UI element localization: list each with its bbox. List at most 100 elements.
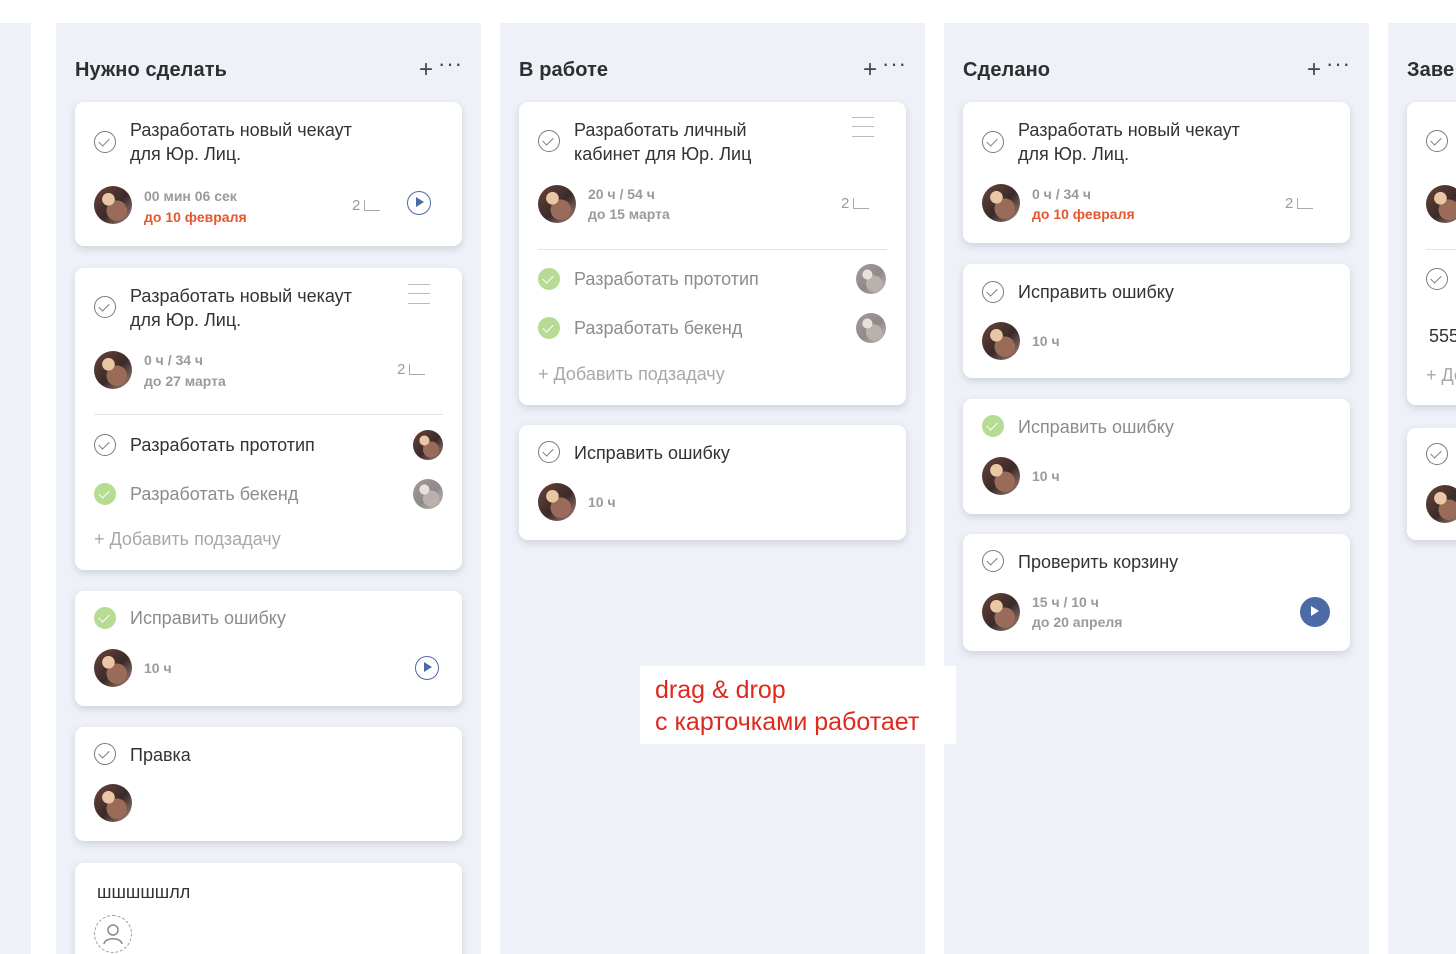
add-subtask-link[interactable]: + Добавить подзадачу	[94, 529, 281, 550]
time-tracked: 10 ч	[1032, 333, 1060, 349]
check-circle-icon[interactable]	[982, 131, 1004, 153]
check-circle-icon[interactable]	[538, 317, 560, 339]
avatar[interactable]	[94, 649, 132, 687]
subtasks-icon	[409, 364, 426, 375]
add-card-button[interactable]: +	[419, 56, 433, 84]
subtask-title[interactable]: Разработать бекенд	[574, 318, 742, 339]
card-title: Разработать новый чекаут для Юр. Лиц.	[130, 118, 352, 166]
time-tracked: 00 мин 06 сек	[144, 188, 237, 204]
drag-handle-icon[interactable]	[408, 284, 430, 304]
avatar[interactable]	[856, 313, 886, 343]
subtasks-count-value: 2	[352, 197, 361, 214]
time-tracked: 10 ч	[144, 660, 172, 676]
column-title: В работе	[519, 59, 609, 81]
check-circle-icon[interactable]	[982, 415, 1004, 437]
task-card[interactable]: Правка	[75, 727, 462, 841]
check-circle-icon[interactable]	[538, 130, 560, 152]
check-circle-icon[interactable]	[538, 268, 560, 290]
check-circle-icon[interactable]	[94, 296, 116, 318]
avatar[interactable]	[413, 430, 443, 460]
check-circle-icon[interactable]	[1426, 443, 1448, 465]
column-title: Нужно сделать	[75, 59, 228, 81]
divider	[538, 249, 887, 250]
card-text-fragment: 555	[1429, 326, 1456, 346]
avatar[interactable]	[94, 351, 132, 389]
task-card[interactable]: Исправить ошибку 10 ч	[519, 425, 906, 540]
card-title: Исправить ошибку	[574, 443, 730, 463]
card-title-line: кабинет для Юр. Лиц	[574, 144, 752, 164]
avatar[interactable]	[982, 184, 1020, 222]
add-card-button[interactable]: +	[863, 56, 877, 84]
play-icon[interactable]	[415, 656, 439, 680]
add-card-button[interactable]: +	[1307, 56, 1321, 84]
column-header: Сделано + ···	[963, 51, 1351, 89]
check-circle-icon[interactable]	[94, 483, 116, 505]
task-card[interactable]	[1407, 428, 1456, 540]
avatar[interactable]	[94, 186, 132, 224]
subtask-title[interactable]: Разработать бекенд	[130, 484, 298, 505]
subtasks-count-value: 2	[1285, 195, 1294, 212]
time-tracked: 0 ч / 34 ч	[144, 352, 204, 368]
avatar[interactable]	[94, 784, 132, 822]
card-title-line: Разработать личный	[574, 120, 747, 140]
card-title: Разработать новый чекаут для Юр. Лиц.	[1018, 118, 1240, 166]
column-todo: Нужно сделать + ··· Разработать новый че…	[56, 23, 481, 954]
card-title-line: Разработать новый чекаут	[130, 120, 352, 140]
user-placeholder-icon-svg	[103, 924, 123, 945]
column-more-button[interactable]: ···	[1326, 51, 1351, 77]
avatar[interactable]	[538, 483, 576, 521]
task-card[interactable]: Разработать новый чекаут для Юр. Лиц. 0 …	[963, 102, 1350, 243]
annotation-line: с карточками работает	[655, 708, 920, 736]
avatar[interactable]	[1426, 185, 1456, 223]
card-title: Правка	[130, 745, 191, 765]
column-more-button[interactable]: ···	[438, 51, 463, 77]
column-left-edge	[0, 23, 31, 954]
check-circle-icon[interactable]	[982, 550, 1004, 572]
drag-handle-icon[interactable]	[852, 117, 874, 137]
user-placeholder-icon[interactable]	[94, 915, 132, 953]
task-card[interactable]: шшшшшлл	[75, 863, 462, 954]
add-subtask-link[interactable]: + До	[1426, 365, 1456, 386]
card-title: Исправить ошибку	[1018, 282, 1174, 302]
check-circle-icon[interactable]	[94, 743, 116, 765]
task-card[interactable]: Разработать личный кабинет для Юр. Лиц 2…	[519, 102, 906, 405]
subtasks-icon	[853, 198, 870, 209]
task-card[interactable]: Разработать новый чекаут для Юр. Лиц. 00…	[75, 102, 462, 246]
avatar[interactable]	[538, 185, 576, 223]
card-title: Проверить корзину	[1018, 552, 1179, 572]
card-title: Разработать личный кабинет для Юр. Лиц	[574, 118, 751, 166]
task-card[interactable]: 555 + До	[1407, 102, 1456, 405]
check-circle-icon[interactable]	[94, 434, 116, 456]
subtask-title[interactable]: Разработать прототип	[130, 435, 315, 456]
avatar[interactable]	[856, 264, 886, 294]
check-circle-icon[interactable]	[1426, 268, 1448, 290]
subtasks-icon	[1297, 198, 1314, 209]
avatar[interactable]	[982, 593, 1020, 631]
avatar[interactable]	[1426, 485, 1456, 523]
check-circle-icon[interactable]	[1426, 130, 1448, 152]
play-icon[interactable]	[407, 191, 431, 215]
time-tracked: 15 ч / 10 ч	[1032, 594, 1099, 610]
check-circle-icon[interactable]	[982, 281, 1004, 303]
column-header: В работе + ···	[519, 51, 907, 89]
avatar[interactable]	[982, 322, 1020, 360]
task-card[interactable]: Разработать новый чекаут для Юр. Лиц. 0 …	[75, 268, 462, 570]
check-circle-icon[interactable]	[94, 131, 116, 153]
task-card[interactable]: Исправить ошибку 10 ч	[75, 591, 462, 706]
subtask-title[interactable]: Разработать прототип	[574, 269, 759, 290]
check-circle-icon[interactable]	[94, 607, 116, 629]
due-date: до 10 февраля	[144, 209, 247, 225]
annotation-note: drag & drop с карточками работает	[640, 666, 956, 744]
avatar[interactable]	[982, 457, 1020, 495]
subtasks-count: 2	[1285, 195, 1314, 212]
subtasks-count: 2	[352, 197, 381, 214]
play-icon[interactable]	[1300, 597, 1330, 627]
task-card[interactable]: Исправить ошибку 10 ч	[963, 399, 1350, 514]
column-more-button[interactable]: ···	[882, 51, 907, 77]
task-card[interactable]: Исправить ошибку 10 ч	[963, 264, 1350, 378]
add-subtask-link[interactable]: + Добавить подзадачу	[538, 364, 725, 385]
task-card[interactable]: Проверить корзину 15 ч / 10 ч до 20 апре…	[963, 534, 1350, 651]
avatar[interactable]	[413, 479, 443, 509]
subtasks-icon	[364, 200, 381, 211]
check-circle-icon[interactable]	[538, 441, 560, 463]
